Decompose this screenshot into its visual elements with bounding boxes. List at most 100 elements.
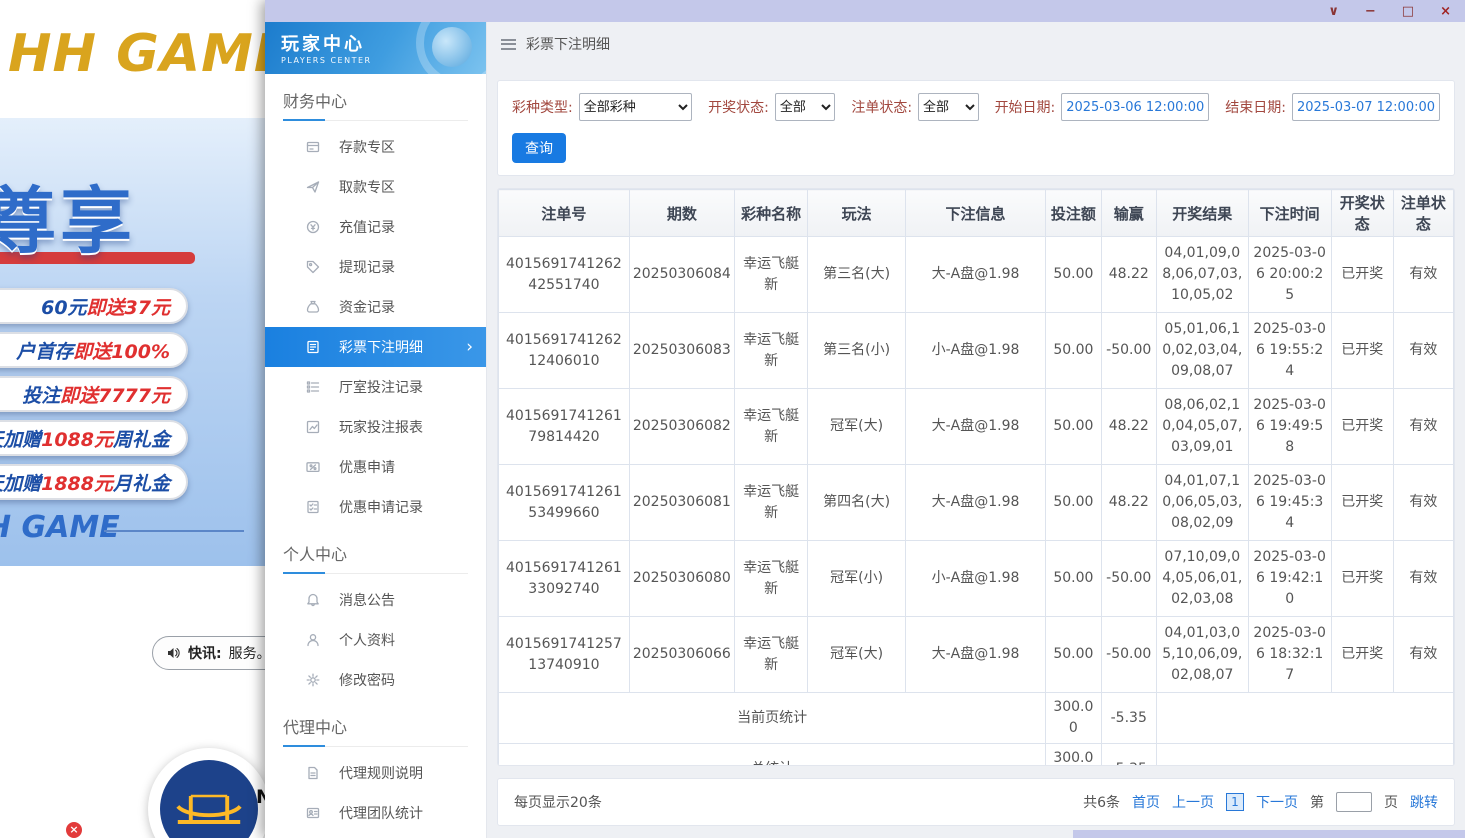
table-cell: 48.22 bbox=[1101, 465, 1156, 541]
sidebar-item-promo-record[interactable]: 优惠申请记录 bbox=[265, 487, 486, 527]
table-cell: 大-A盘@1.98 bbox=[905, 465, 1045, 541]
sidebar-item-cashout[interactable]: 提现记录 bbox=[265, 247, 486, 287]
sidebar-item-label: 资金记录 bbox=[339, 297, 395, 317]
search-button[interactable]: 查询 bbox=[512, 133, 566, 163]
maximize-icon[interactable]: □ bbox=[1402, 5, 1414, 18]
sidebar-item-hall[interactable]: 厅室投注记录 bbox=[265, 367, 486, 407]
table-cell: 冠军(大) bbox=[808, 617, 905, 693]
bet-status-label: 注单状态: bbox=[851, 97, 912, 117]
sidebar-section-title: 个人中心 bbox=[283, 541, 468, 574]
funds-icon bbox=[305, 299, 321, 315]
table-row: 40156917412613309274020250306080幸运飞艇新冠军(… bbox=[499, 541, 1454, 617]
sidebar-item-recharge[interactable]: 充值记录 bbox=[265, 207, 486, 247]
sidebar-item-label: 提现记录 bbox=[339, 257, 395, 277]
sidebar-item-funds[interactable]: 资金记录 bbox=[265, 287, 486, 327]
table-cell: 有效 bbox=[1393, 237, 1453, 313]
summary-empty bbox=[1156, 693, 1453, 744]
table-cell: 已开奖 bbox=[1331, 617, 1393, 693]
sidebar-item-lottery[interactable]: 彩票下注明细 › bbox=[265, 327, 486, 367]
pager-controls: 共6条 首页 上一页 1 下一页 第 页 跳转 bbox=[1083, 792, 1438, 812]
sidebar-item-gear[interactable]: 修改密码 bbox=[265, 660, 486, 700]
error-close-icon[interactable]: × bbox=[66, 822, 82, 838]
prev-page-link[interactable]: 上一页 bbox=[1172, 792, 1214, 812]
table-cell: 50.00 bbox=[1046, 237, 1101, 313]
column-header: 投注额 bbox=[1046, 190, 1101, 237]
table-cell: 401569174126212406010 bbox=[499, 313, 630, 389]
sidebar-title: 玩家中心 bbox=[281, 30, 486, 56]
sidebar-item-label: 修改密码 bbox=[339, 670, 395, 690]
sidebar-item-label: 彩票下注明细 bbox=[339, 337, 423, 357]
sidebar-item-doc[interactable]: 代理规则说明 bbox=[265, 753, 486, 793]
page-jump-input[interactable] bbox=[1336, 792, 1372, 812]
table-cell: 有效 bbox=[1393, 313, 1453, 389]
table-cell: 有效 bbox=[1393, 389, 1453, 465]
jump-button[interactable]: 跳转 bbox=[1410, 792, 1438, 812]
table-cell: -50.00 bbox=[1101, 313, 1156, 389]
first-page-link[interactable]: 首页 bbox=[1132, 792, 1160, 812]
table-cell: 20250306080 bbox=[629, 541, 734, 617]
table-cell: 冠军(大) bbox=[808, 389, 905, 465]
table-row: 40156917412617981442020250306082幸运飞艇新冠军(… bbox=[499, 389, 1454, 465]
table-cell: 20250306083 bbox=[629, 313, 734, 389]
sidebar-item-promo[interactable]: 优惠申请 bbox=[265, 447, 486, 487]
draw-status-label: 开奖状态: bbox=[708, 97, 769, 117]
sidebar-item-bell[interactable]: 消息公告 bbox=[265, 580, 486, 620]
doc-icon bbox=[305, 765, 321, 781]
table-cell: 已开奖 bbox=[1331, 313, 1393, 389]
user-icon bbox=[305, 632, 321, 648]
table-cell: 401569174126242551740 bbox=[499, 237, 630, 313]
bet-status-select[interactable]: 全部 bbox=[918, 93, 979, 121]
draw-status-select[interactable]: 全部 bbox=[775, 93, 836, 121]
table-cell: 48.22 bbox=[1101, 237, 1156, 313]
table-cell: 已开奖 bbox=[1331, 465, 1393, 541]
page-title: 彩票下注明细 bbox=[526, 34, 610, 54]
window-titlebar: ∨ − □ × bbox=[265, 0, 1465, 22]
table-cell: 401569174126153499660 bbox=[499, 465, 630, 541]
table-cell: 50.00 bbox=[1046, 465, 1101, 541]
report-icon bbox=[305, 419, 321, 435]
sidebar-item-withdraw[interactable]: 取款专区 bbox=[265, 167, 486, 207]
table-cell: 小-A盘@1.98 bbox=[905, 313, 1045, 389]
column-header: 期数 bbox=[629, 190, 734, 237]
breadcrumb-bar: 彩票下注明细 bbox=[487, 22, 1465, 66]
next-page-link[interactable]: 下一页 bbox=[1256, 792, 1298, 812]
players-center-window: ∨−□× 玩家中心 PLAYERS CENTER 财务中心存款专区取款专区充值记… bbox=[265, 0, 1465, 838]
table-cell: 大-A盘@1.98 bbox=[905, 237, 1045, 313]
minimize-icon[interactable]: − bbox=[1365, 5, 1376, 18]
sidebar-subtitle: PLAYERS CENTER bbox=[281, 56, 486, 65]
table-cell: 有效 bbox=[1393, 465, 1453, 541]
column-header: 玩法 bbox=[808, 190, 905, 237]
chevron-right-icon: › bbox=[466, 339, 473, 356]
sidebar-item-user[interactable]: 个人资料 bbox=[265, 620, 486, 660]
table-cell: 第四名(大) bbox=[808, 465, 905, 541]
hamburger-icon[interactable] bbox=[501, 39, 516, 50]
table-cell: 第三名(小) bbox=[808, 313, 905, 389]
start-date-input[interactable] bbox=[1061, 93, 1209, 121]
table-cell: 07,10,09,04,05,06,01,02,03,08 bbox=[1156, 541, 1248, 617]
table-cell: 幸运飞艇新 bbox=[734, 465, 808, 541]
table-cell: 2025-03-06 19:45:34 bbox=[1248, 465, 1331, 541]
withdraw-icon bbox=[305, 179, 321, 195]
sidebar-item-report[interactable]: 玩家投注报表 bbox=[265, 407, 486, 447]
close-icon[interactable]: × bbox=[1440, 5, 1451, 18]
end-date-input[interactable] bbox=[1292, 93, 1440, 121]
table-cell: 2025-03-06 19:49:58 bbox=[1248, 389, 1331, 465]
table-cell: 已开奖 bbox=[1331, 541, 1393, 617]
sidebar-item-team[interactable]: 代理团队统计 bbox=[265, 793, 486, 833]
sidebar-item-label: 优惠申请记录 bbox=[339, 497, 423, 517]
sidebar-item-label: 存款专区 bbox=[339, 137, 395, 157]
current-page-indicator[interactable]: 1 bbox=[1226, 793, 1244, 811]
sidebar-item-label: 取款专区 bbox=[339, 177, 395, 197]
chevron-down-icon[interactable]: ∨ bbox=[1328, 5, 1339, 18]
filter-row: 彩种类型: 全部彩种 开奖状态: 全部 注单状态: 全部 开始日期: 结束日期: bbox=[512, 93, 1440, 121]
end-date-label: 结束日期: bbox=[1225, 97, 1286, 117]
table-cell: 幸运飞艇新 bbox=[734, 313, 808, 389]
table-cell: 401569174126133092740 bbox=[499, 541, 630, 617]
table-cell: 50.00 bbox=[1046, 541, 1101, 617]
sidebar-item-deposit[interactable]: 存款专区 bbox=[265, 127, 486, 167]
sidebar-nav: 财务中心存款专区取款专区充值记录提现记录资金记录彩票下注明细›厅室投注记录玩家投… bbox=[265, 74, 486, 838]
table-cell: -50.00 bbox=[1101, 541, 1156, 617]
table-cell: 冠军(小) bbox=[808, 541, 905, 617]
sidebar-item-label: 厅室投注记录 bbox=[339, 377, 423, 397]
lottery-type-select[interactable]: 全部彩种 bbox=[579, 93, 692, 121]
